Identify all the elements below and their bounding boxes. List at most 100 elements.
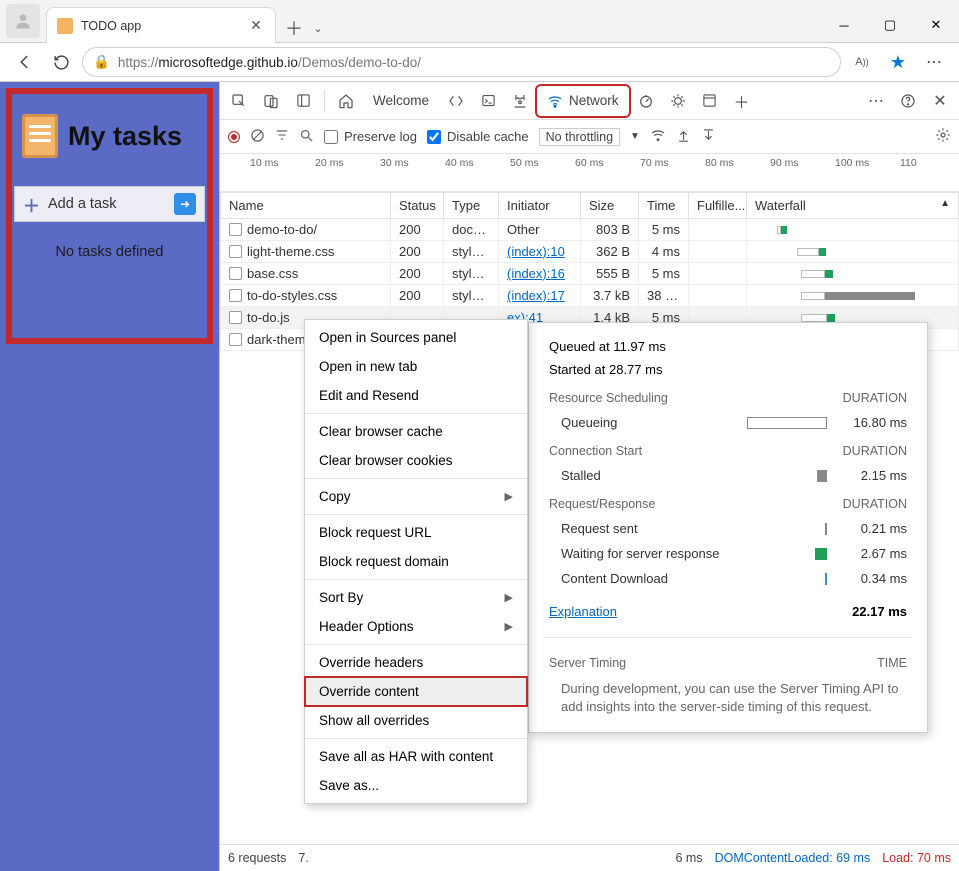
timing-tooltip: Queued at 11.97 ms Started at 28.77 ms R… [528, 322, 928, 733]
network-footer: 6 requests 7. 6 ms DOMContentLoaded: 69 … [220, 844, 959, 871]
close-window-button[interactable]: ✕ [913, 8, 959, 42]
tab-close-button[interactable]: ✕ [247, 17, 265, 35]
table-row[interactable]: to-do-styles.css200styles...(index):173.… [221, 285, 959, 307]
performance-icon[interactable] [631, 86, 661, 116]
context-menu-item[interactable]: Clear browser cookies [305, 446, 527, 475]
context-menu-item[interactable]: Block request domain [305, 547, 527, 576]
read-aloud-button[interactable]: A)) [847, 47, 877, 77]
import-har-button[interactable] [701, 128, 716, 146]
tab-network[interactable]: Network [537, 86, 629, 116]
context-menu-item[interactable]: Sort By▶ [305, 583, 527, 612]
disable-cache-checkbox[interactable]: Disable cache [427, 129, 529, 144]
context-menu: Open in Sources panelOpen in new tabEdit… [304, 319, 528, 804]
context-menu-item[interactable]: Clear browser cache [305, 417, 527, 446]
record-button[interactable] [228, 131, 240, 143]
context-menu-item[interactable]: Header Options▶ [305, 612, 527, 641]
column-header[interactable]: Size [581, 193, 639, 219]
timeline-tick: 100 ms [835, 157, 869, 169]
column-header[interactable]: Initiator [499, 193, 581, 219]
table-row[interactable]: light-theme.css200styles...(index):10362… [221, 241, 959, 263]
profile-button[interactable] [6, 4, 40, 38]
timing-total: 22.17 ms [852, 604, 907, 619]
minimize-button[interactable]: ─ [821, 8, 867, 42]
column-header[interactable]: Status [391, 193, 444, 219]
context-menu-item[interactable]: Show all overrides [305, 706, 527, 735]
device-toggle-button[interactable] [256, 86, 286, 116]
timeline-tick: 10 ms [250, 157, 279, 169]
file-icon [229, 267, 242, 280]
context-menu-item[interactable]: Save all as HAR with content [305, 742, 527, 771]
network-timeline[interactable]: 10 ms20 ms30 ms40 ms50 ms60 ms70 ms80 ms… [220, 154, 959, 192]
table-row[interactable]: base.css200styles...(index):16555 B5 ms [221, 263, 959, 285]
tab-title: TODO app [81, 19, 239, 33]
footer-dcl: DOMContentLoaded: 69 ms [715, 851, 871, 865]
page-content: My tasks ＋ Add a task ➜ No tasks defined [0, 82, 219, 871]
activity-bar-button[interactable] [288, 86, 318, 116]
filter-button[interactable] [275, 128, 289, 145]
column-header[interactable]: Waterfall ▲ [747, 193, 959, 219]
column-header[interactable]: Type [444, 193, 499, 219]
context-menu-item[interactable]: Save as... [305, 771, 527, 800]
throttling-chevron-icon[interactable]: ▼ [630, 131, 640, 142]
maximize-button[interactable]: ▢ [867, 8, 913, 42]
devtools-more-button[interactable]: ⋯ [861, 86, 891, 116]
submit-task-button[interactable]: ➜ [174, 193, 196, 215]
table-row[interactable]: demo-to-do/200docu...Other803 B5 ms [221, 219, 959, 241]
browser-menu-button[interactable]: ⋯ [919, 47, 949, 77]
column-header[interactable]: Fulfille... [689, 193, 747, 219]
initiator-link[interactable]: (index):10 [507, 244, 565, 259]
back-button[interactable] [10, 47, 40, 77]
wifi-icon [547, 93, 563, 109]
context-menu-item[interactable]: Override headers [305, 648, 527, 677]
timeline-tick: 50 ms [510, 157, 539, 169]
tab-menu-chevron-icon[interactable]: ⌄ [308, 14, 328, 42]
throttling-select[interactable]: No throttling [539, 128, 620, 146]
tab-welcome[interactable]: Welcome [363, 86, 439, 116]
clear-button[interactable] [250, 128, 265, 146]
devtools-close-button[interactable]: ✕ [925, 86, 955, 116]
context-menu-item[interactable]: Open in new tab [305, 352, 527, 381]
add-task-input[interactable]: Add a task [48, 196, 166, 212]
favorite-button[interactable]: ★ [883, 47, 913, 77]
url-scheme: https:// [118, 55, 159, 70]
console-icon[interactable] [473, 86, 503, 116]
add-task-row: ＋ Add a task ➜ [14, 186, 205, 222]
memory-icon[interactable] [663, 86, 693, 116]
footer-transferred: 7. [298, 851, 308, 865]
search-button[interactable] [299, 128, 314, 146]
inspect-button[interactable] [224, 86, 254, 116]
export-har-button[interactable] [676, 128, 691, 146]
initiator-link[interactable]: (index):16 [507, 266, 565, 281]
submenu-arrow-icon: ▶ [505, 490, 513, 503]
refresh-button[interactable] [46, 47, 76, 77]
help-button[interactable] [893, 86, 923, 116]
server-timing-note: During development, you can use the Serv… [549, 680, 907, 716]
context-menu-item[interactable]: Block request URL [305, 518, 527, 547]
elements-icon[interactable] [441, 86, 471, 116]
application-icon[interactable] [695, 86, 725, 116]
timeline-tick: 30 ms [380, 157, 409, 169]
person-icon [13, 11, 33, 31]
new-tab-button[interactable]: ＋ [280, 14, 308, 42]
timing-explanation-link[interactable]: Explanation [549, 604, 617, 619]
column-header[interactable]: Name [221, 193, 391, 219]
context-menu-item[interactable]: Copy▶ [305, 482, 527, 511]
network-toolbar: Preserve log Disable cache No throttling… [220, 120, 959, 154]
address-bar[interactable]: 🔒 https://microsoftedge.github.io/Demos/… [82, 47, 841, 77]
network-settings-button[interactable] [935, 127, 951, 146]
context-menu-item[interactable]: Open in Sources panel [305, 323, 527, 352]
context-menu-item[interactable]: Edit and Resend [305, 381, 527, 410]
network-conditions-button[interactable] [650, 127, 666, 146]
context-menu-item[interactable]: Override content [305, 677, 527, 706]
footer-finish: 6 ms [675, 851, 702, 865]
browser-tab[interactable]: TODO app ✕ [46, 7, 276, 43]
sources-icon[interactable] [505, 86, 535, 116]
submenu-arrow-icon: ▶ [505, 591, 513, 604]
table-header-row[interactable]: NameStatusTypeInitiatorSizeTimeFulfille.… [221, 193, 959, 219]
preserve-log-checkbox[interactable]: Preserve log [324, 129, 417, 144]
column-header[interactable]: Time [639, 193, 689, 219]
initiator-link[interactable]: (index):17 [507, 288, 565, 303]
devtools-panel: Welcome Network ＋ ⋯ ✕ Preserve log Disab… [219, 82, 959, 871]
home-icon[interactable] [331, 86, 361, 116]
more-tabs-button[interactable]: ＋ [727, 86, 757, 116]
